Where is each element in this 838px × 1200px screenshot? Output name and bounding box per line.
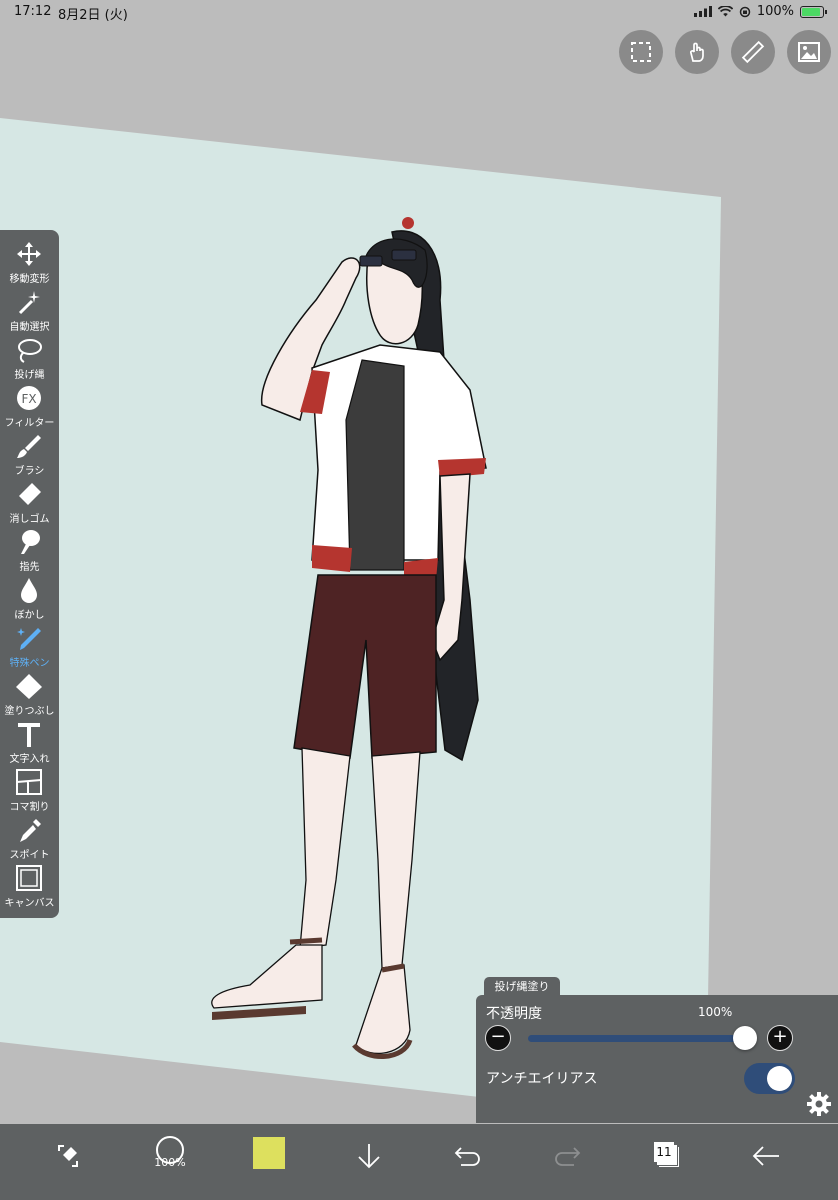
tool-brush[interactable]: ブラシ xyxy=(0,428,59,477)
blur-drop-icon xyxy=(21,578,37,603)
undo-button[interactable] xyxy=(448,1136,488,1176)
gesture-hand-icon xyxy=(689,42,704,62)
eyedropper-icon xyxy=(20,819,41,842)
tool-label: 投げ縄 xyxy=(14,370,45,381)
tool-label: 塗りつぶし xyxy=(4,706,55,717)
tool-move-transform[interactable]: 移動変形 xyxy=(0,236,59,285)
layer-count: 11 xyxy=(654,1142,674,1162)
arrow-left-icon xyxy=(752,1146,779,1166)
toggle-knob xyxy=(767,1066,792,1091)
brush-size-button[interactable]: 100% xyxy=(152,1134,188,1174)
redo-button[interactable] xyxy=(547,1136,587,1176)
color-swatch[interactable] xyxy=(253,1137,285,1169)
tool-blur[interactable]: ぼかし xyxy=(0,572,59,621)
selection-icon xyxy=(631,42,651,62)
finger-smudge-icon xyxy=(21,530,40,554)
swap-tool-icon xyxy=(58,1145,78,1167)
svg-text:FX: FX xyxy=(21,392,36,406)
eraser-icon xyxy=(19,483,41,505)
tool-label: フィルター xyxy=(4,418,55,429)
tool-label: 自動選択 xyxy=(9,322,50,333)
reference-image-icon xyxy=(798,42,820,62)
arrow-down-icon xyxy=(358,1144,380,1169)
tool-label: 指先 xyxy=(19,562,40,573)
tool-lasso[interactable]: 投げ縄 xyxy=(0,332,59,381)
tool-label: ぼかし xyxy=(14,610,45,621)
tool-eyedropper[interactable]: スポイト xyxy=(0,812,59,861)
gear-icon[interactable] xyxy=(806,1091,832,1117)
undo-icon xyxy=(454,1147,480,1166)
selection-button[interactable] xyxy=(619,30,663,74)
brush-size-value: 100% xyxy=(154,1156,186,1169)
opacity-increase-button[interactable]: + xyxy=(767,1025,793,1051)
tool-label: 移動変形 xyxy=(9,274,50,285)
opacity-slider-track[interactable] xyxy=(528,1035,746,1042)
brush-icon xyxy=(17,435,41,458)
tool-filter[interactable]: FX フィルター xyxy=(0,380,59,429)
tool-label: 特殊ペン xyxy=(9,658,50,669)
magic-wand-icon xyxy=(18,291,40,315)
lasso-icon xyxy=(18,339,42,363)
opacity-decrease-button[interactable]: − xyxy=(485,1025,511,1051)
special-pen-icon xyxy=(17,628,41,650)
frame-divider-icon xyxy=(16,769,42,795)
tool-text[interactable]: 文字入れ xyxy=(0,716,59,765)
redo-icon xyxy=(555,1147,581,1166)
swap-tool-button[interactable] xyxy=(48,1136,88,1176)
lasso-fill-panel: 不透明度 100% − + アンチエイリアス xyxy=(476,995,838,1123)
antialias-toggle[interactable] xyxy=(744,1063,795,1094)
ruler-icon xyxy=(741,40,765,64)
layers-button[interactable]: 11 xyxy=(651,1139,681,1169)
gesture-button[interactable] xyxy=(675,30,719,74)
opacity-slider-knob[interactable] xyxy=(733,1026,757,1050)
ruler-button[interactable] xyxy=(731,30,775,74)
layer-down-button[interactable] xyxy=(349,1136,389,1176)
text-icon xyxy=(18,723,40,747)
panel-tab-lasso-fill[interactable]: 投げ縄塗り xyxy=(484,977,560,997)
tool-label: ブラシ xyxy=(14,466,45,477)
tool-label: スポイト xyxy=(9,850,50,861)
tool-palette: 移動変形 自動選択 投げ縄 FX フィルター ブラシ 消しゴム 指先 ぼかし 特… xyxy=(0,230,59,918)
fill-bucket-icon xyxy=(16,674,42,699)
tool-label: 文字入れ xyxy=(9,754,50,765)
back-button[interactable] xyxy=(746,1136,786,1176)
fx-filter-icon: FX xyxy=(17,386,41,410)
tool-frame-divider[interactable]: コマ割り xyxy=(0,764,59,813)
opacity-value: 100% xyxy=(698,1005,733,1019)
canvas-icon xyxy=(16,865,42,891)
tool-smudge[interactable]: 指先 xyxy=(0,524,59,573)
opacity-label: 不透明度 xyxy=(486,1006,542,1022)
tool-canvas[interactable]: キャンバス xyxy=(0,860,59,909)
tool-label: コマ割り xyxy=(9,802,50,813)
tool-auto-select[interactable]: 自動選択 xyxy=(0,284,59,333)
tool-fill[interactable]: 塗りつぶし xyxy=(0,668,59,717)
tool-eraser[interactable]: 消しゴム xyxy=(0,476,59,525)
antialias-label: アンチエイリアス xyxy=(486,1071,598,1087)
tool-label: 消しゴム xyxy=(9,514,50,525)
tool-special-pen[interactable]: 特殊ペン xyxy=(0,620,59,669)
bottom-toolbar: 100% 11 xyxy=(0,1124,838,1200)
tool-label: キャンバス xyxy=(4,898,55,909)
reference-button[interactable] xyxy=(787,30,831,74)
move-transform-icon xyxy=(17,242,41,266)
